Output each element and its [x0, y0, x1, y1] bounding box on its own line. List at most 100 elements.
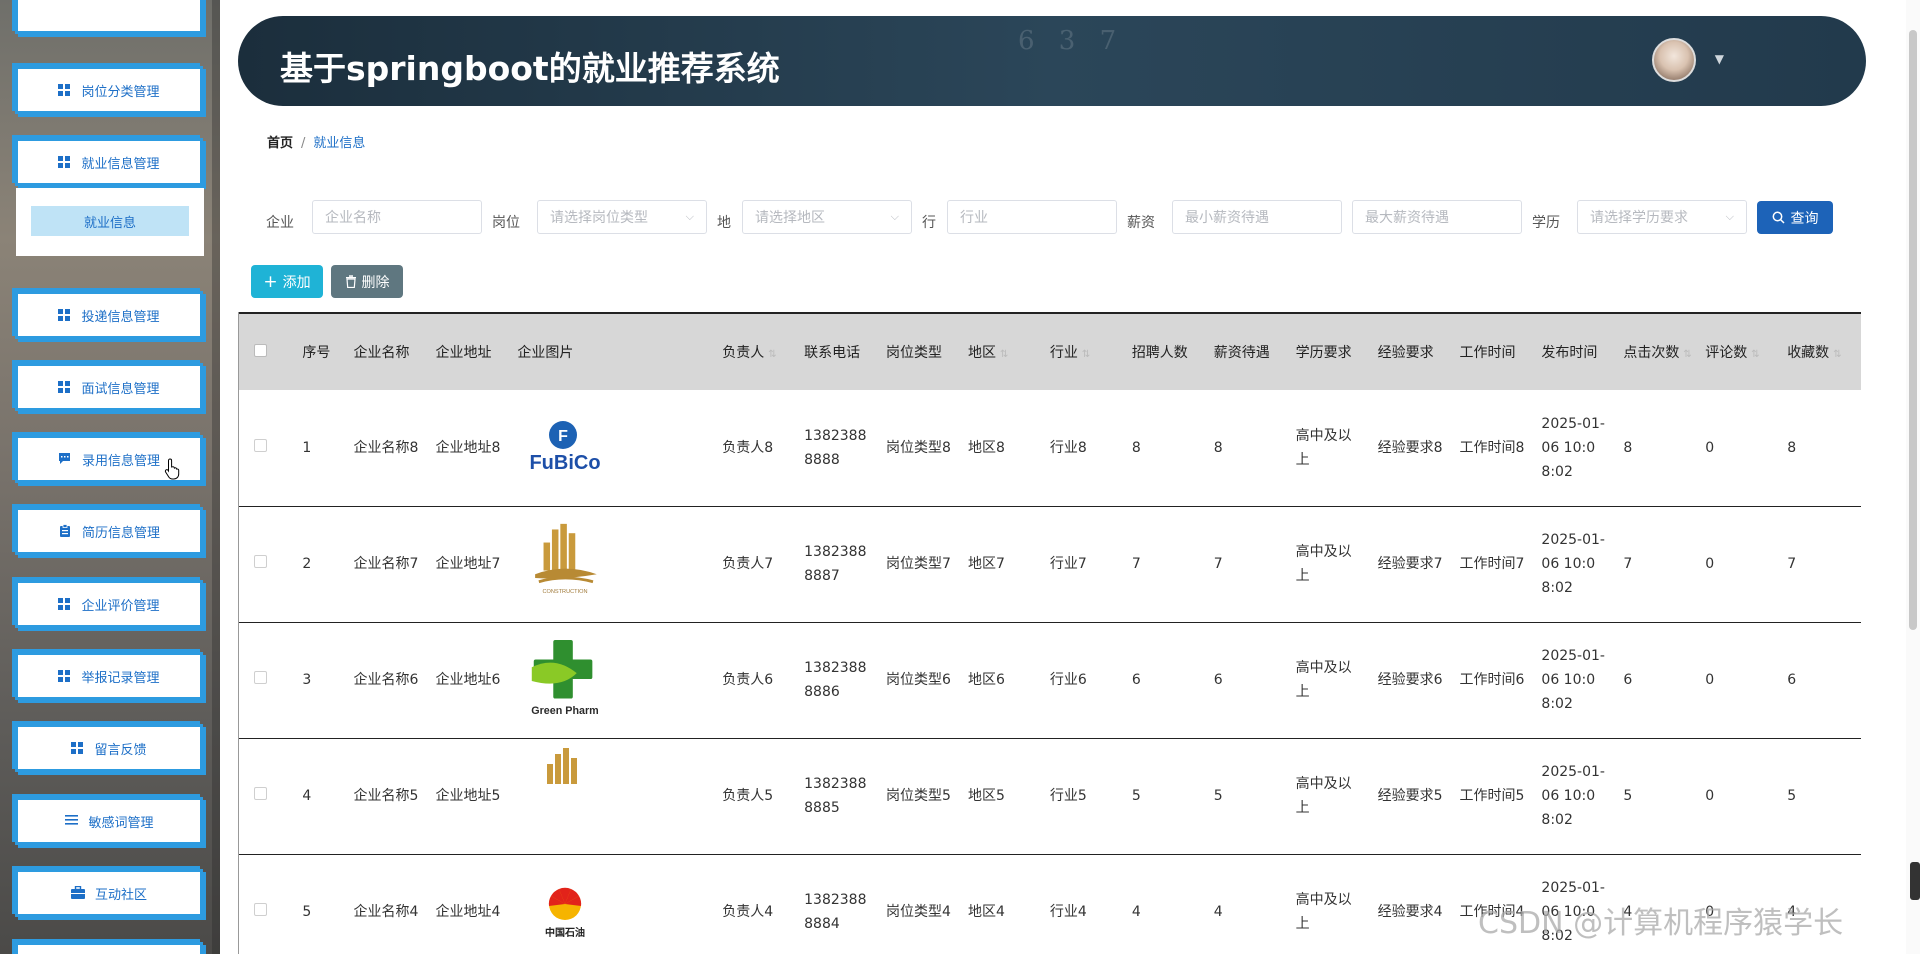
page-scrollbar[interactable]	[1906, 0, 1920, 954]
add-button[interactable]: + 添加	[251, 265, 323, 298]
sort-icon[interactable]: ⇅	[768, 349, 776, 360]
trash-icon	[345, 275, 356, 288]
search-button[interactable]: 查询	[1757, 201, 1833, 234]
company-logo-image	[517, 748, 613, 838]
education-cell: 高中及以上	[1295, 427, 1352, 468]
publish-time-cell: 2025-01-06 10:08:02	[1541, 648, 1605, 712]
column-header-label: 评论数	[1705, 345, 1748, 361]
row-index: 2	[302, 556, 312, 572]
column-header-sortable[interactable]: 地区 ⇅	[961, 312, 1044, 390]
region-select[interactable]: 请选择地区 ⌵	[742, 200, 912, 234]
column-header: 企业地址	[429, 312, 512, 390]
sidebar-item-label: 简历信息管理	[81, 525, 160, 541]
sidebar-item-resume[interactable]: 简历信息管理	[15, 507, 203, 555]
sidebar-item-community[interactable]: 互动社区	[15, 869, 203, 917]
column-header-sortable[interactable]: 点击次数 ⇅	[1617, 312, 1700, 390]
briefcase-icon	[70, 885, 85, 900]
sidebar-item-top-partial[interactable]	[15, 0, 203, 34]
sidebar-item-interview[interactable]: 面试信息管理	[15, 363, 203, 411]
select-all-checkbox[interactable]	[254, 343, 267, 357]
row-checkbox[interactable]	[254, 438, 267, 452]
education-placeholder: 请选择学历要求	[1590, 210, 1688, 226]
industry-input[interactable]	[947, 200, 1117, 234]
column-header: 招聘人数	[1125, 312, 1208, 390]
sidebar-item-bottom-partial[interactable]	[15, 942, 203, 954]
experience-cell: 经验要求6	[1377, 672, 1443, 688]
company-logo-image: F FuBiCo	[517, 406, 613, 490]
column-header: 岗位类型	[880, 312, 962, 390]
grid-icon	[58, 380, 71, 394]
comment-count-cell: 0	[1705, 439, 1715, 456]
sidebar-subitem-employment-info[interactable]: 就业信息	[31, 206, 189, 236]
education-cell: 高中及以上	[1295, 660, 1352, 700]
company-address-cell: 企业地址6	[435, 672, 501, 688]
row-checkbox[interactable]	[254, 787, 267, 800]
salary-max-input[interactable]	[1352, 200, 1522, 234]
sort-icon[interactable]: ⇅	[1751, 349, 1759, 360]
company-name-input[interactable]	[312, 200, 482, 234]
grid-icon	[58, 669, 71, 683]
delete-button[interactable]: 删除	[331, 265, 403, 298]
owner-cell: 负责人4	[722, 904, 774, 920]
sidebar-item-sensitive-words[interactable]: 敏感词管理	[15, 797, 203, 845]
page-title: 基于springboot的就业推荐系统	[280, 49, 780, 88]
sidebar-item-report[interactable]: 举报记录管理	[15, 652, 203, 700]
sidebar-item-position-category[interactable]: 岗位分类管理	[15, 66, 203, 114]
column-header-sortable[interactable]: 行业 ⇅	[1043, 312, 1126, 390]
row-checkbox[interactable]	[254, 671, 267, 684]
region-cell: 地区4	[967, 904, 1005, 920]
row-checkbox[interactable]	[254, 555, 267, 568]
sidebar-item-employment-info[interactable]: 就业信息管理	[15, 138, 203, 186]
grid-icon	[71, 741, 84, 755]
breadcrumb-home[interactable]: 首页	[267, 136, 293, 151]
work-time-cell: 工作时间6	[1459, 672, 1525, 688]
position-filter-label: 岗位	[492, 215, 520, 231]
row-index: 4	[302, 788, 312, 804]
table-row: 3 企业名称6 企业地址6 Green Pharm 负责人6 13823888886 岗位类…	[239, 622, 1861, 738]
education-cell: 高中及以上	[1295, 892, 1352, 932]
column-header-sortable[interactable]: 收藏数 ⇅	[1781, 312, 1861, 390]
column-header-sortable[interactable]: 评论数 ⇅	[1699, 312, 1782, 390]
hand-cursor-icon	[164, 458, 180, 480]
svg-text:CONSTRUCTION: CONSTRUCTION	[543, 589, 588, 595]
row-checkbox[interactable]	[254, 903, 267, 916]
caret-down-icon[interactable]: ▼	[1715, 52, 1724, 66]
employment-table: 序号 企业名称 企业地址 企业图片 负责人 ⇅ 联系电话 岗位类型 地区 ⇅ 行业 ⇅…	[238, 312, 1861, 954]
sort-icon[interactable]: ⇅	[1833, 349, 1841, 360]
row-index: 5	[302, 904, 312, 920]
column-header-label: 负责人	[722, 345, 765, 361]
sort-icon[interactable]: ⇅	[1082, 349, 1090, 360]
sidebar: 岗位分类管理 就业信息管理 就业信息 投递信息管理 面试信息管理 录用信息管理 …	[0, 0, 220, 954]
sort-icon[interactable]: ⇅	[1683, 349, 1691, 360]
sort-icon[interactable]: ⇅	[1000, 349, 1008, 360]
grid-icon	[58, 597, 71, 611]
watermark: CSDN @计算机程序猿学长	[1478, 906, 1844, 941]
company-logo-image: 中国石油	[517, 870, 613, 954]
column-header: 序号	[296, 312, 348, 390]
scrollbar-thumb[interactable]	[1909, 30, 1917, 630]
column-header-label: 行业	[1049, 345, 1078, 361]
sidebar-item-label: 互动社区	[94, 887, 147, 903]
company-logo-image: CONSTRUCTION	[517, 522, 613, 606]
position-type-cell: 岗位类型6	[886, 672, 951, 688]
sidebar-item-company-review[interactable]: 企业评价管理	[15, 580, 203, 628]
clipboard-icon	[58, 524, 72, 538]
delete-button-label: 删除	[361, 274, 390, 291]
salary-min-input[interactable]	[1172, 200, 1342, 234]
industry-cell: 行业8	[1049, 439, 1087, 456]
sidebar-item-delivery[interactable]: 投递信息管理	[15, 291, 203, 339]
grid-icon	[58, 155, 71, 169]
column-header-sortable[interactable]: 负责人 ⇅	[716, 312, 799, 390]
work-time-cell: 工作时间5	[1459, 788, 1525, 804]
company-logo-image: Green Pharm	[517, 638, 613, 722]
position-type-cell: 岗位类型4	[886, 904, 951, 920]
company-name-cell: 企业名称6	[353, 672, 419, 688]
company-address-cell: 企业地址8	[435, 439, 501, 456]
company-address-cell: 企业地址5	[435, 788, 501, 804]
education-select[interactable]: 请选择学历要求 ⌵	[1577, 200, 1747, 234]
column-header-label: 收藏数	[1787, 345, 1830, 361]
position-type-select[interactable]: 请选择岗位类型 ⌵	[537, 200, 707, 234]
avatar[interactable]	[1652, 38, 1696, 82]
industry-cell: 行业5	[1049, 788, 1087, 804]
sidebar-item-feedback[interactable]: 留言反馈	[15, 724, 203, 772]
